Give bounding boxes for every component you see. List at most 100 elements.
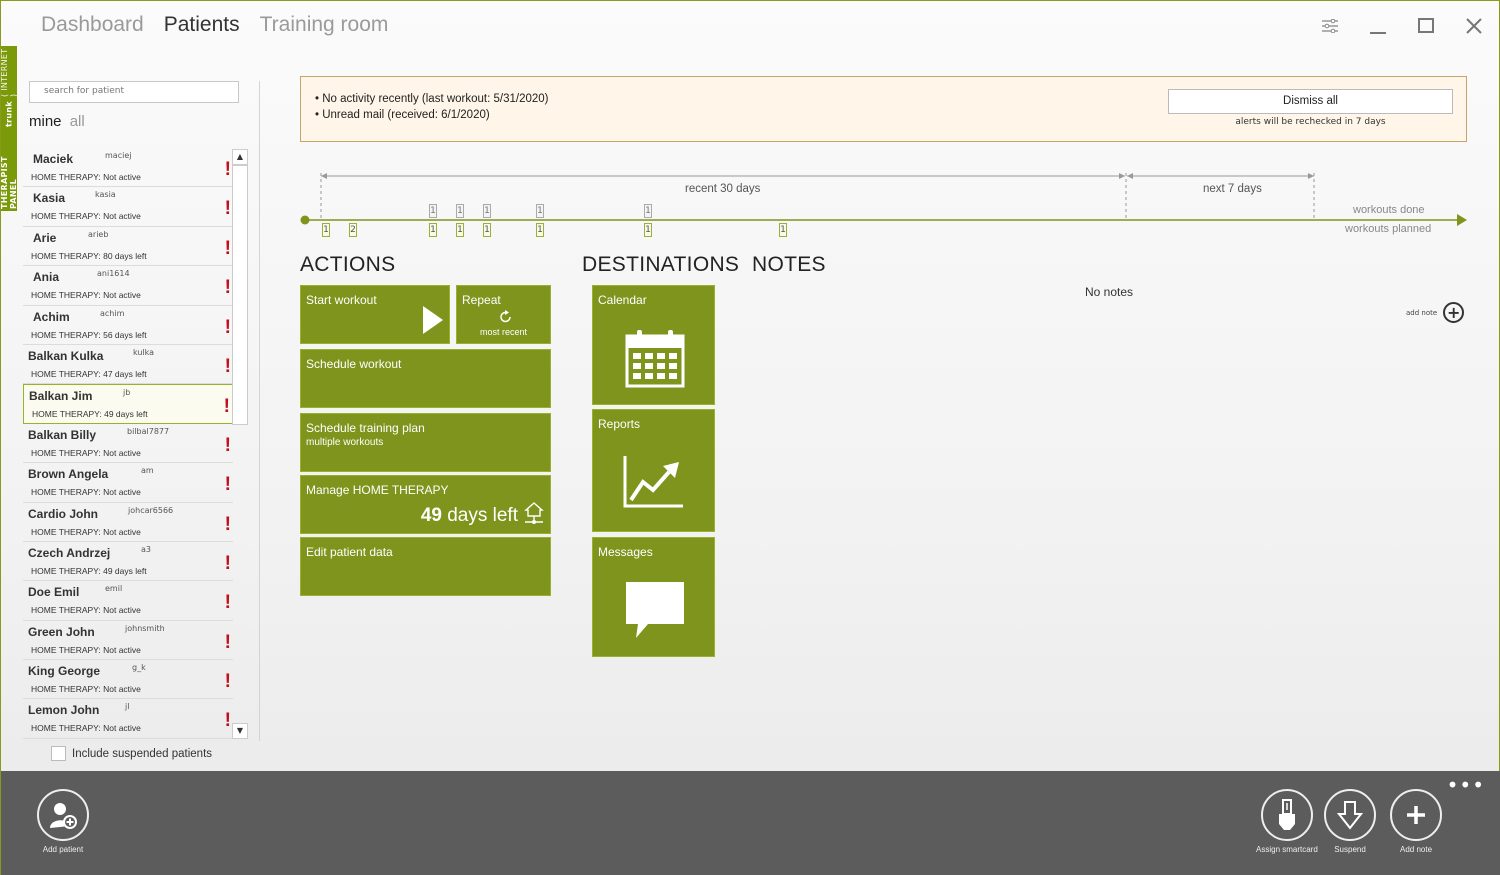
alert-exclamation-icon: ! bbox=[224, 434, 231, 456]
reports-tile[interactable]: Reports bbox=[592, 409, 715, 532]
alert-exclamation-icon: ! bbox=[224, 592, 231, 614]
workout-planned-marker[interactable]: 1 bbox=[644, 223, 652, 237]
workout-planned-marker[interactable]: 1 bbox=[483, 223, 491, 237]
patient-login: g_k bbox=[132, 663, 146, 673]
timeline-graphic bbox=[300, 173, 1467, 226]
alert-exclamation-icon: ! bbox=[224, 277, 231, 299]
patient-list-item[interactable]: Maciek maciej HOME THERAPY: Not active! bbox=[23, 148, 233, 188]
workout-planned-marker[interactable]: 1 bbox=[429, 223, 437, 237]
workout-planned-marker[interactable]: 1 bbox=[456, 223, 464, 237]
workout-planned-marker[interactable]: 1 bbox=[779, 223, 787, 237]
patient-list-item[interactable]: Kasia kasia HOME THERAPY: Not active! bbox=[23, 187, 233, 227]
scroll-down-icon[interactable]: ▼ bbox=[232, 723, 248, 739]
manage-home-therapy-label: Manage HOME THERAPY bbox=[306, 483, 449, 497]
maximize-icon[interactable] bbox=[1415, 15, 1437, 37]
schedule-workout-tile[interactable]: Schedule workout bbox=[300, 349, 551, 408]
patient-list-item[interactable]: Czech Andrzej a3 HOME THERAPY: 49 days lef… bbox=[23, 542, 233, 582]
patient-list-item[interactable]: Ania ani1614 HOME THERAPY: Not active! bbox=[23, 266, 233, 306]
patient-list-item[interactable]: Cardio John johcar6566 HOME THERAPY: Not a… bbox=[23, 503, 233, 542]
add-note-inline-button[interactable]: add note + bbox=[1406, 302, 1465, 323]
repeat-sub-label: most recent bbox=[479, 327, 528, 337]
play-icon bbox=[423, 306, 443, 334]
filter-all[interactable]: all bbox=[70, 113, 85, 130]
plus-icon[interactable]: + bbox=[1443, 302, 1465, 323]
home-therapy-status: HOME THERAPY: Not active bbox=[31, 290, 141, 301]
patient-list-item[interactable]: Arie arieb HOME THERAPY: 80 days left! bbox=[23, 227, 233, 267]
panel-divider bbox=[259, 81, 260, 741]
more-options-icon[interactable]: ••• bbox=[1447, 773, 1485, 797]
home-therapy-status: HOME THERAPY: Not active bbox=[31, 684, 141, 695]
messages-tile[interactable]: Messages bbox=[592, 537, 715, 657]
patient-name: Cardio John bbox=[28, 506, 99, 521]
patient-list-item[interactable]: Doe Emil emil HOME THERAPY: Not active! bbox=[23, 581, 233, 621]
schedule-plan-sub-label: multiple workouts bbox=[306, 437, 384, 448]
calendar-icon bbox=[625, 330, 685, 388]
repeat-label: Repeat bbox=[462, 293, 501, 307]
patient-login: maciej bbox=[105, 151, 132, 160]
patient-name: Lemon John bbox=[28, 703, 100, 718]
home-therapy-status: HOME THERAPY: 56 days left bbox=[31, 329, 147, 340]
patient-list-item[interactable]: Balkan Jim jb HOME THERAPY: 49 days left! bbox=[23, 384, 233, 424]
home-therapy-status: HOME THERAPY: 49 days left bbox=[31, 565, 147, 576]
patient-list-item[interactable]: Achim achim HOME THERAPY: 56 days left! bbox=[23, 306, 233, 345]
minimize-icon[interactable] bbox=[1367, 15, 1389, 37]
patient-login: a3 bbox=[141, 544, 151, 554]
patient-list-item[interactable]: Balkan Billy bilbal7877 HOME THERAPY: Not … bbox=[23, 424, 233, 464]
home-therapy-status: HOME THERAPY: Not active bbox=[31, 211, 141, 222]
patient-list-item[interactable]: Balkan Kulka kulka HOME THERAPY: 47 days l… bbox=[23, 345, 233, 385]
days-left-text: days left bbox=[447, 505, 518, 526]
search-input[interactable]: search for patient bbox=[29, 81, 239, 103]
scroll-thumb[interactable] bbox=[232, 165, 248, 425]
manage-home-therapy-tile[interactable]: Manage HOME THERAPY 49 days left bbox=[300, 475, 551, 534]
patient-login: ani1614 bbox=[97, 269, 130, 279]
suspend-button[interactable]: Suspend bbox=[1324, 789, 1376, 854]
add-patient-button[interactable]: Add patient bbox=[37, 789, 89, 854]
add-note-button[interactable]: Add note bbox=[1390, 789, 1442, 854]
calendar-tile[interactable]: Calendar bbox=[592, 285, 715, 405]
speech-bubble-icon bbox=[626, 582, 684, 638]
edit-patient-data-tile[interactable]: Edit patient data bbox=[300, 537, 551, 596]
settings-icon[interactable] bbox=[1319, 15, 1341, 37]
patient-list-item[interactable]: Lemon John jl HOME THERAPY: Not active! bbox=[23, 699, 233, 739]
tab-patients[interactable]: Patients bbox=[164, 13, 240, 37]
tab-training-room[interactable]: Training room bbox=[260, 13, 389, 37]
workout-planned-marker[interactable]: 1 bbox=[536, 223, 544, 237]
days-left-number: 49 bbox=[420, 505, 442, 526]
include-suspended-option[interactable]: Include suspended patients bbox=[51, 746, 212, 761]
workout-done-marker[interactable]: 1 bbox=[456, 204, 464, 218]
alert-exclamation-icon: ! bbox=[223, 396, 230, 418]
patient-list-item[interactable]: Brown Angela am HOME THERAPY: Not active! bbox=[23, 463, 233, 503]
assign-smartcard-button[interactable]: Assign smartcard bbox=[1256, 789, 1318, 854]
workout-done-marker[interactable]: 1 bbox=[429, 204, 437, 218]
no-notes-text: No notes bbox=[1085, 285, 1134, 299]
filter-mine[interactable]: mine bbox=[29, 113, 62, 130]
home-therapy-status: HOME THERAPY: 80 days left bbox=[31, 250, 147, 261]
patient-login: emil bbox=[105, 584, 123, 594]
include-suspended-checkbox[interactable] bbox=[51, 746, 66, 761]
tab-dashboard[interactable]: Dashboard bbox=[41, 13, 144, 37]
patient-list-scrollbar[interactable]: ▲ ▼ bbox=[232, 149, 248, 739]
schedule-training-plan-tile[interactable]: Schedule training plan multiple workouts bbox=[300, 413, 551, 472]
destinations-heading: DESTINATIONS bbox=[582, 253, 740, 276]
workout-planned-marker[interactable]: 2 bbox=[349, 223, 357, 237]
start-workout-tile[interactable]: Start workout bbox=[300, 285, 450, 344]
patient-name: Czech Andrzej bbox=[28, 545, 111, 560]
workout-planned-marker[interactable]: 1 bbox=[322, 223, 330, 237]
patient-list-item[interactable]: Green John johnsmith HOME THERAPY: Not act… bbox=[23, 621, 233, 661]
close-icon[interactable] bbox=[1463, 15, 1485, 37]
patient-name: Brown Angela bbox=[28, 467, 109, 482]
repeat-tile[interactable]: Repeat most recent bbox=[456, 285, 551, 344]
actions-heading: ACTIONS bbox=[300, 253, 396, 276]
dismiss-all-button[interactable]: Dismiss all bbox=[1168, 89, 1453, 114]
alert-exclamation-icon: ! bbox=[224, 474, 231, 496]
patient-name: Green John bbox=[28, 624, 95, 639]
workout-done-marker[interactable]: 1 bbox=[536, 204, 544, 218]
smartcard-icon bbox=[1260, 789, 1313, 841]
workout-done-marker[interactable]: 1 bbox=[483, 204, 491, 218]
scroll-up-icon[interactable]: ▲ bbox=[232, 149, 248, 165]
patient-list-item[interactable]: King George g_k HOME THERAPY: Not active! bbox=[23, 660, 233, 700]
start-workout-label: Start workout bbox=[306, 293, 377, 307]
patient-name: Ania bbox=[33, 270, 60, 285]
patient-name: Kasia bbox=[33, 191, 66, 206]
workout-done-marker[interactable]: 1 bbox=[644, 204, 652, 218]
